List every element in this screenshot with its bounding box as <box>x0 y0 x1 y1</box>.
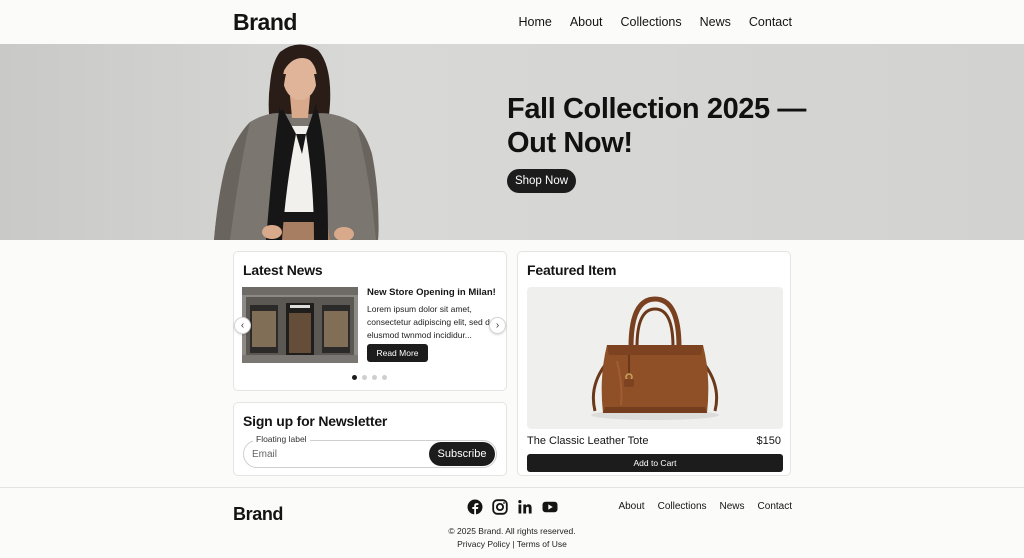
newsletter-heading: Sign up for Newsletter <box>243 413 388 429</box>
floating-label: Floating label <box>253 434 310 444</box>
footer-brand-logo[interactable]: Brand <box>233 504 283 525</box>
chevron-left-icon[interactable]: ‹ <box>234 317 251 334</box>
legal-separator: | <box>510 539 517 549</box>
site-footer: Brand About Collections News Contact © 2… <box>0 487 1024 558</box>
site-header: Brand Home About Collections News Contac… <box>0 0 1024 44</box>
hero-model-image <box>214 44 379 240</box>
latest-news-heading: Latest News <box>243 262 323 278</box>
shop-now-button[interactable]: Shop Now <box>507 169 576 193</box>
nav-about[interactable]: About <box>570 15 603 29</box>
latest-news-card: Latest News New Store Opening in Milan! … <box>233 251 507 391</box>
read-more-button[interactable]: Read More <box>367 344 428 362</box>
legal-links: Privacy Policy | Terms of Use <box>0 539 1024 549</box>
terms-of-use-link[interactable]: Terms of Use <box>517 539 567 549</box>
linkedin-icon[interactable] <box>517 499 533 515</box>
carousel-dot-4[interactable] <box>382 375 387 380</box>
email-input[interactable] <box>252 447 422 462</box>
footer-nav-collections[interactable]: Collections <box>658 501 707 512</box>
newsletter-card: Sign up for Newsletter Floating label Su… <box>233 402 507 476</box>
newsletter-field: Floating label Subscribe <box>243 434 497 468</box>
news-article-excerpt: Lorem ipsum dolor sit amet, consectetur … <box>367 304 495 340</box>
store-front-image[interactable] <box>242 287 358 363</box>
copyright-text: © 2025 Brand. All rights reserved. <box>448 526 576 536</box>
news-article-title[interactable]: New Store Opening in Milan! <box>367 287 496 298</box>
instagram-icon[interactable] <box>492 499 508 515</box>
social-links <box>467 499 558 515</box>
footer-nav-news[interactable]: News <box>720 501 745 512</box>
subscribe-button[interactable]: Subscribe <box>429 442 495 466</box>
product-price: $150 <box>756 435 781 447</box>
nav-home[interactable]: Home <box>518 15 551 29</box>
chevron-right-icon[interactable]: › <box>489 317 506 334</box>
footer-nav: About Collections News Contact <box>618 501 792 512</box>
facebook-icon[interactable] <box>467 499 483 515</box>
add-to-cart-button[interactable]: Add to Cart <box>527 454 783 472</box>
footer-nav-about[interactable]: About <box>618 501 644 512</box>
brand-logo[interactable]: Brand <box>233 9 297 36</box>
nav-news[interactable]: News <box>700 15 731 29</box>
leather-tote-image <box>591 296 719 420</box>
carousel-dots <box>352 375 387 380</box>
main-nav: Home About Collections News Contact <box>518 15 792 29</box>
privacy-policy-link[interactable]: Privacy Policy <box>457 539 510 549</box>
carousel-dot-3[interactable] <box>372 375 377 380</box>
nav-collections[interactable]: Collections <box>621 15 682 29</box>
youtube-icon[interactable] <box>542 499 558 515</box>
hero-banner: Fall Collection 2025 — Out Now! Shop Now <box>0 44 1024 240</box>
product-name[interactable]: The Classic Leather Tote <box>527 435 648 447</box>
product-image-container[interactable] <box>527 287 783 429</box>
carousel-dot-2[interactable] <box>362 375 367 380</box>
hero-title: Fall Collection 2025 — Out Now! <box>507 93 807 159</box>
carousel-dot-1[interactable] <box>352 375 357 380</box>
featured-item-card: Featured Item The Classic Leather Tote $… <box>517 251 791 476</box>
featured-item-heading: Featured Item <box>527 262 617 278</box>
footer-nav-contact[interactable]: Contact <box>758 501 792 512</box>
nav-contact[interactable]: Contact <box>749 15 792 29</box>
